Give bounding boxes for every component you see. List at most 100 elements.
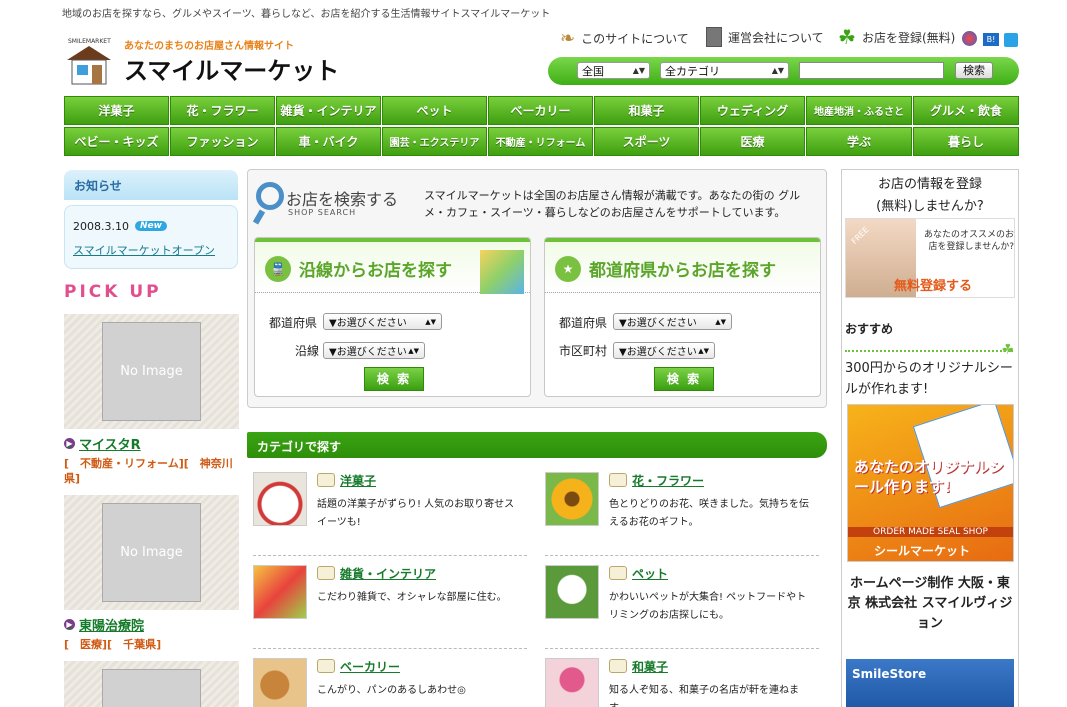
pickup-heading: PICK UP	[64, 282, 162, 302]
nav-yogashi[interactable]: 洋菓子	[64, 96, 169, 125]
category-desc: 知る人ぞ知る、和菓子の名店が軒を連ねます。	[609, 685, 799, 707]
pick-name-2[interactable]: ▶ 東陽治療院	[64, 615, 144, 634]
city-select[interactable]: ▼お選びください ▲▼	[613, 342, 715, 359]
smilestore-banner[interactable]: SmileStore	[846, 659, 1014, 707]
nav-learn[interactable]: 学ぶ	[806, 127, 912, 156]
nav-garden[interactable]: 園芸・エクステリア	[382, 127, 487, 156]
line-value: ▼お選びください	[329, 347, 407, 358]
nav-life[interactable]: 暮らし	[913, 127, 1019, 156]
news-date: 2008.3.10	[73, 220, 129, 233]
shop-icon	[317, 659, 335, 673]
about-site-label: このサイトについて	[581, 32, 689, 46]
nav-realestate[interactable]: 不動産・リフォーム	[488, 127, 593, 156]
seal-market-banner[interactable]: あなたのオリジナルシール作ります! ORDER MADE SEAL SHOP シ…	[847, 404, 1014, 562]
category-item-yogashi: 洋菓子 話題の洋菓子がずらり! 人気のお取り寄せスイーツも!	[247, 468, 527, 556]
register-shop-label: お店を登録(無料)	[861, 30, 956, 45]
nav-gourmet[interactable]: グルメ・飲食	[913, 96, 1019, 125]
social-bookmark-icon[interactable]	[962, 31, 977, 46]
logo-house-icon[interactable]: SMILEMARKET	[64, 34, 114, 86]
pref-value: ▼お選びください	[619, 318, 697, 329]
news-link[interactable]: スマイルマーケットオープン	[73, 242, 215, 258]
nav-sports[interactable]: スポーツ	[594, 127, 699, 156]
nav-fashion[interactable]: ファッション	[170, 127, 275, 156]
hp-production-link[interactable]: ホームページ制作 大阪・東京 株式会社 スマイルヴィジョン	[845, 574, 1015, 634]
category-title[interactable]: ペット	[632, 565, 668, 582]
register-prompt: お店の情報を登録(無料)しませんか?	[876, 177, 984, 214]
line-pref-select[interactable]: ▼お選びください ▲▼	[323, 313, 442, 330]
chevron-down-icon: ▲▼	[715, 317, 726, 326]
city-value: ▼お選びください	[619, 347, 697, 358]
route-map-icon	[480, 250, 524, 294]
nav-medical[interactable]: 医療	[700, 127, 805, 156]
no-image-placeholder: No Image	[102, 503, 201, 602]
clip-icon[interactable]	[1004, 33, 1018, 47]
site-logo[interactable]: スマイルマーケット	[124, 51, 339, 86]
shop-icon	[609, 566, 627, 580]
line-panel-title: 沿線からお店を探す	[299, 261, 452, 281]
chevron-down-icon: ▲▼	[698, 346, 709, 355]
nav-baby[interactable]: ベビー・キッズ	[64, 127, 169, 156]
nav-bakery[interactable]: ベーカリー	[488, 96, 593, 125]
category-select-value: 全カテゴリ	[665, 64, 720, 78]
pick-image-1[interactable]: No Image	[64, 314, 239, 429]
seal-caption: ORDER MADE SEAL SHOP	[848, 527, 1013, 537]
nav-local[interactable]: 地産地消・ふるさと	[806, 96, 912, 125]
pick-cat-1: [ 不動産・リフォーム][ 神奈川県]	[64, 457, 233, 485]
divider	[545, 555, 819, 556]
nav-car[interactable]: 車・バイク	[276, 127, 381, 156]
register-shop-link[interactable]: ☘ お店を登録(無料)	[838, 25, 955, 49]
area-select-value: 全国	[582, 64, 604, 78]
shop-icon	[317, 473, 335, 487]
about-company-link[interactable]: 運営会社について	[706, 27, 824, 47]
keyword-input[interactable]	[799, 62, 944, 79]
seal-button-label: シールマーケット	[874, 544, 971, 558]
line-label: 沿線	[295, 344, 320, 358]
nav-wedding[interactable]: ウェディング	[700, 96, 805, 125]
category-title[interactable]: 花・フラワー	[632, 472, 704, 489]
nav-zakka[interactable]: 雑貨・インテリア	[276, 96, 381, 125]
nav-wagashi[interactable]: 和菓子	[594, 96, 699, 125]
zakka-thumbnail[interactable]	[253, 565, 307, 619]
search-button[interactable]: 検索	[955, 62, 993, 79]
chevron-down-icon: ▲▼	[425, 317, 436, 326]
pref-search-button[interactable]: 検 索	[654, 367, 714, 391]
pick-image-3[interactable]	[64, 661, 239, 707]
free-register-banner[interactable]: FREE あなたのオススメのお店を登録しませんか? 無料登録する	[845, 218, 1015, 298]
dog-thumbnail[interactable]	[545, 565, 599, 619]
category-desc: こんがり、パンのあるしあわせ◎	[317, 685, 466, 696]
pick-name-1-label: マイスタR	[79, 438, 141, 453]
area-select[interactable]: 全国 ▲▼	[577, 62, 650, 79]
pick-image-2[interactable]: No Image	[64, 495, 239, 610]
line-pref-label: 都道府県	[269, 316, 318, 330]
shop-icon	[609, 473, 627, 487]
category-title[interactable]: ベーカリー	[340, 658, 400, 675]
line-panel-header: 🚆 沿線からお店を探す	[255, 238, 530, 294]
right-sidebar: お店の情報を登録(無料)しませんか? FREE あなたのオススメのお店を登録しま…	[841, 169, 1019, 707]
pick-cat-2: [ 医療][ 千葉県]	[64, 638, 162, 651]
cake-thumbnail[interactable]	[253, 472, 307, 526]
category-desc: 色とりどりのお花、咲きました。気持ちを伝えるお花のギフト。	[609, 499, 809, 528]
pref-panel-title: 都道府県からお店を探す	[589, 261, 776, 281]
line-search-button[interactable]: 検 索	[364, 367, 424, 391]
category-select[interactable]: 全カテゴリ ▲▼	[660, 62, 789, 79]
chevron-down-icon: ▲▼	[771, 66, 784, 75]
category-title[interactable]: 和菓子	[632, 658, 668, 675]
about-site-link[interactable]: ❧ このサイトについて	[560, 28, 689, 49]
category-title[interactable]: 雑貨・インテリア	[340, 565, 436, 582]
line-select[interactable]: ▼お選びください ▲▼	[323, 342, 425, 359]
bread-thumbnail[interactable]	[253, 658, 307, 707]
train-icon: 🚆	[265, 256, 291, 282]
city-label: 市区町村	[559, 344, 608, 358]
no-image-placeholder	[102, 669, 201, 707]
category-title[interactable]: 洋菓子	[340, 472, 376, 489]
recommend-heading: おすすめ	[845, 322, 894, 336]
line-search-panel: 🚆 沿線からお店を探す 都道府県 ▼お選びください ▲▼ 沿線 ▼お選びください ▲…	[254, 237, 531, 397]
sunflower-thumbnail[interactable]	[545, 472, 599, 526]
hatena-bookmark-icon[interactable]: B!	[983, 33, 999, 46]
pick-name-1[interactable]: ▶ マイスタR	[64, 434, 141, 453]
nav-pet[interactable]: ペット	[382, 96, 487, 125]
wagashi-thumbnail[interactable]	[545, 658, 599, 707]
nav-flower[interactable]: 花・フラワー	[170, 96, 275, 125]
pref-select[interactable]: ▼お選びください ▲▼	[613, 313, 732, 330]
about-company-label: 運営会社について	[728, 30, 824, 45]
